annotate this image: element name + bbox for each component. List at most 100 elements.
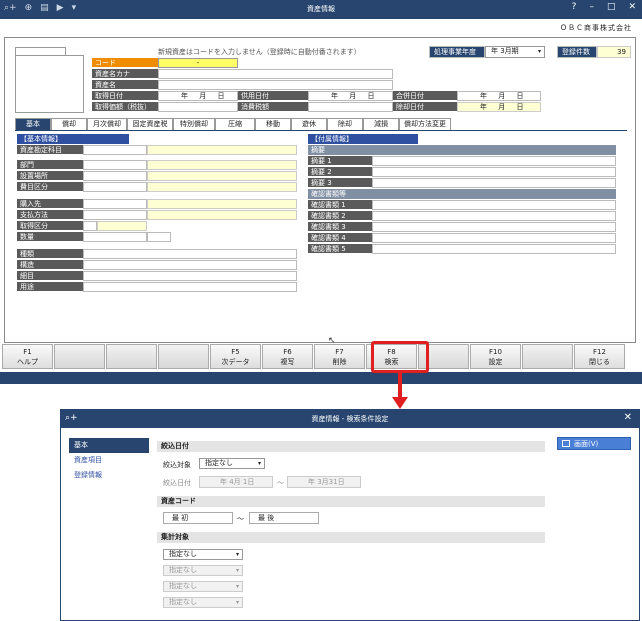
tab-compression[interactable]: 圧縮: [215, 118, 255, 130]
chevron-down-icon: ▾: [235, 599, 239, 606]
location-code[interactable]: [83, 171, 147, 181]
memo-1-input[interactable]: [372, 156, 616, 166]
f4-button[interactable]: [158, 344, 209, 369]
account-code[interactable]: [83, 145, 147, 155]
screen-button[interactable]: 画面(V): [557, 437, 631, 450]
merge-date-input[interactable]: 年 月 日: [457, 91, 541, 101]
use-date-input[interactable]: 年 月 日: [308, 91, 393, 101]
acq-cost-input[interactable]: [158, 102, 238, 112]
memo-2-label: 摘要 2: [308, 167, 372, 177]
tab-property-tax[interactable]: 固定資産税: [127, 118, 173, 130]
detail-input[interactable]: [83, 271, 297, 281]
filter-target-select[interactable]: 指定なし ▾: [199, 458, 265, 469]
acq-class-name: [97, 221, 147, 231]
code-hint: 新規資産はコードを入力しません（登録時に自動付番されます）: [158, 48, 361, 56]
title-bar: ⌕+ ⊕ ▤ ▶ ▾ 資産情報 ? – □ ✕: [0, 0, 642, 19]
tab-disposal[interactable]: 除却: [327, 118, 363, 130]
date-to-input[interactable]: 年 3月31日: [287, 476, 361, 488]
payment-code[interactable]: [83, 210, 147, 220]
fiscal-year-label: 処理事業年度: [429, 46, 485, 58]
f8-highlight-callout: [371, 341, 429, 373]
agg-select-4[interactable]: 指定なし ▾: [163, 597, 243, 608]
detail-label: 細目: [17, 271, 83, 281]
tab-bar: 基本 償却 月次償却 固定資産税 特別償却 圧縮 移動 遊休 除却 減損 償却方…: [15, 118, 451, 130]
f2-button[interactable]: [54, 344, 105, 369]
doc-2-input[interactable]: [372, 211, 616, 221]
search-sidebar: 基本 資産項目 登録情報: [69, 438, 149, 483]
acq-date-label: 取得日付: [92, 91, 158, 101]
code-label: コード: [92, 58, 158, 68]
quantity-input[interactable]: [83, 232, 147, 242]
tab-basic[interactable]: 基本: [15, 118, 51, 130]
f10-settings-button[interactable]: F10 設定: [470, 344, 521, 369]
f6-copy-button[interactable]: F6 複写: [262, 344, 313, 369]
company-name: ＯＢＣ商事株式会社: [560, 24, 632, 32]
location-name: [147, 171, 297, 181]
f12-close-button[interactable]: F12 閉じる: [574, 344, 625, 369]
sidebar-item-registration[interactable]: 登録情報: [69, 468, 149, 483]
quantity-label: 数量: [17, 232, 83, 242]
doc-3-input[interactable]: [372, 222, 616, 232]
vendor-name: [147, 199, 297, 209]
tab-impairment[interactable]: 減損: [363, 118, 399, 130]
vendor-code[interactable]: [83, 199, 147, 209]
usage-input[interactable]: [83, 282, 297, 292]
dept-label: 部門: [17, 160, 83, 170]
cost-class-code[interactable]: [83, 182, 147, 192]
acq-date-input[interactable]: 年 月 日: [158, 91, 238, 101]
code-to-input[interactable]: 最 後: [249, 512, 319, 524]
minimize-icon[interactable]: –: [589, 2, 594, 12]
f1-help-button[interactable]: F1 ヘルプ: [2, 344, 53, 369]
doc-1-input[interactable]: [372, 200, 616, 210]
disposal-date-input[interactable]: 年 月 日: [457, 102, 541, 112]
close-icon[interactable]: ✕: [624, 412, 632, 423]
fiscal-year-select[interactable]: 年 3月期 ▾: [485, 46, 545, 58]
maximize-icon[interactable]: □: [607, 2, 616, 12]
agg-select-3[interactable]: 指定なし ▾: [163, 581, 243, 592]
date-from-input[interactable]: 年 4月 1日: [199, 476, 273, 488]
code-input[interactable]: -: [158, 58, 238, 68]
dept-code[interactable]: [83, 160, 147, 170]
location-label: 設置場所: [17, 171, 83, 181]
tab-idle[interactable]: 遊休: [291, 118, 327, 130]
f7-delete-button[interactable]: F7 削除: [314, 344, 365, 369]
filter-date-label: 絞込日付: [163, 479, 191, 487]
tab-monthly-depreciation[interactable]: 月次償却: [87, 118, 127, 130]
type-input[interactable]: [83, 249, 297, 259]
tab-special-depreciation[interactable]: 特別償却: [173, 118, 215, 130]
doc-5-label: 確認書類 5: [308, 244, 372, 254]
tax-input[interactable]: [308, 102, 393, 112]
acq-class-code[interactable]: [83, 221, 97, 231]
doc-3-label: 確認書類 3: [308, 222, 372, 232]
sidebar-item-basic[interactable]: 基本: [69, 438, 149, 453]
use-date-label: 供用日付: [238, 91, 308, 101]
f3-button[interactable]: [106, 344, 157, 369]
help-icon[interactable]: ?: [572, 2, 577, 12]
doc-5-input[interactable]: [372, 244, 616, 254]
name-input[interactable]: [158, 80, 393, 90]
doc-4-input[interactable]: [372, 233, 616, 243]
screen-icon: [562, 440, 570, 447]
memo-3-input[interactable]: [372, 178, 616, 188]
memo-2-input[interactable]: [372, 167, 616, 177]
cost-class-label: 費目区分: [17, 182, 83, 192]
sidebar-item-asset-items[interactable]: 資産項目: [69, 453, 149, 468]
dept-name: [147, 160, 297, 170]
tab-depreciation[interactable]: 償却: [51, 118, 87, 130]
agg-select-2[interactable]: 指定なし ▾: [163, 565, 243, 576]
doc-4-label: 確認書類 4: [308, 233, 372, 243]
code-from-input[interactable]: 最 初: [163, 512, 233, 524]
tab-transfer[interactable]: 移動: [255, 118, 291, 130]
unit-input[interactable]: [147, 232, 171, 242]
tab-method-change[interactable]: 償却方法変更: [399, 118, 451, 130]
f5-next-button[interactable]: F5 次データ: [210, 344, 261, 369]
f11-button[interactable]: [522, 344, 573, 369]
memo-1-label: 摘要 1: [308, 156, 372, 166]
structure-input[interactable]: [83, 260, 297, 270]
memo-3-label: 摘要 3: [308, 178, 372, 188]
filter-target-label: 絞込対象: [163, 461, 191, 469]
kana-input[interactable]: [158, 69, 393, 79]
asset-photo[interactable]: [15, 55, 84, 113]
agg-select-1[interactable]: 指定なし ▾: [163, 549, 243, 560]
close-icon[interactable]: ✕: [628, 2, 636, 12]
